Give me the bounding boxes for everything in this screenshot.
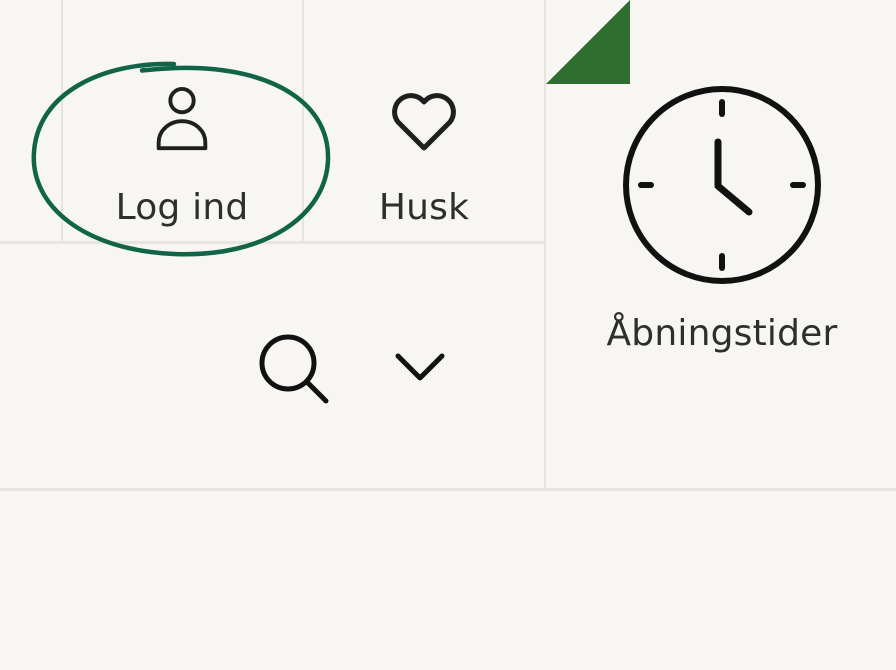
clock-icon [623, 86, 821, 284]
menu-toggle-button[interactable] [392, 346, 448, 386]
divider [0, 488, 896, 491]
chevron-down-icon [395, 353, 445, 381]
user-icon [156, 86, 208, 151]
favorites-button[interactable]: Husk [304, 92, 544, 226]
search-button[interactable] [258, 333, 330, 405]
divider [0, 241, 546, 244]
heart-icon [392, 93, 456, 151]
login-button[interactable]: Log ind [62, 86, 302, 226]
search-icon [259, 334, 329, 404]
corner-flag [546, 0, 630, 84]
login-label: Log ind [115, 187, 249, 228]
opening-hours-label: Åbningstider [606, 313, 838, 354]
favorites-label: Husk [378, 187, 470, 228]
opening-hours-button[interactable]: Åbningstider [548, 84, 896, 364]
